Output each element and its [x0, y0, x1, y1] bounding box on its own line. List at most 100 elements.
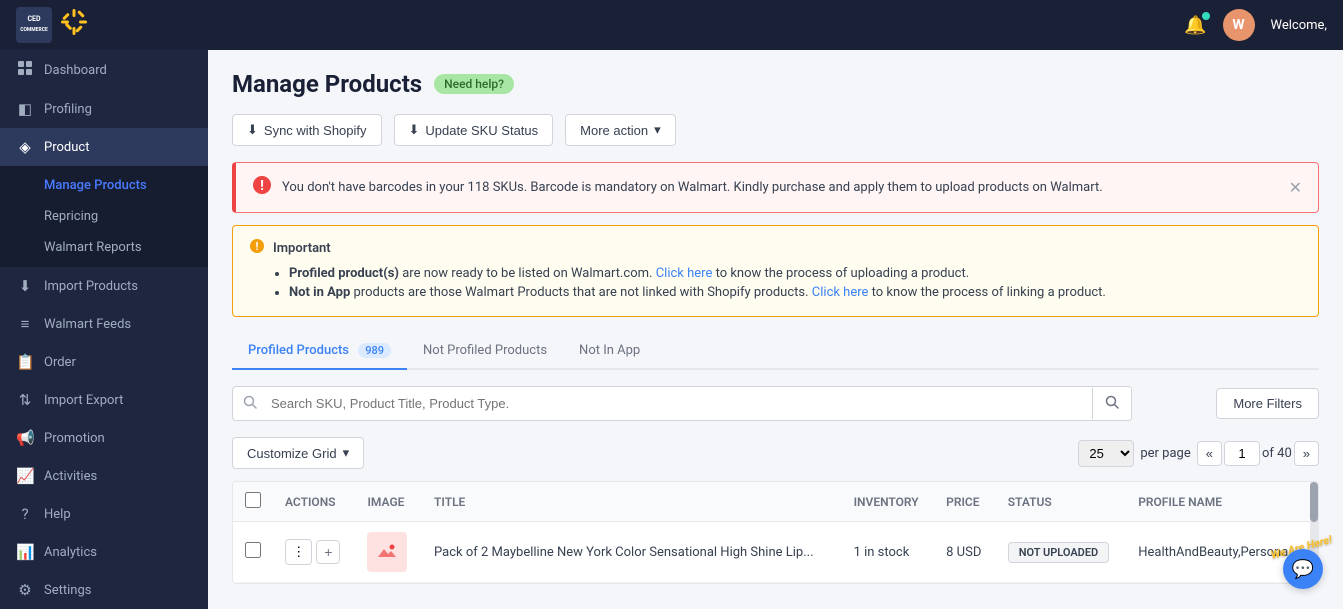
row-actions-cell: ⋮ +	[273, 522, 355, 583]
svg-text:COMMERCE: COMMERCE	[20, 27, 48, 33]
sidebar-item-import-products-label: Import Products	[44, 279, 138, 294]
grid-controls: Customize Grid ▾ 25 50 100 per page « of…	[232, 437, 1319, 469]
row-actions-button[interactable]: ⋮	[285, 539, 312, 565]
profiled-products-text: Profiled product(s)	[289, 266, 399, 281]
status-badge: NOT UPLOADED	[1008, 542, 1110, 563]
sidebar-item-manage-products[interactable]: Manage Products	[0, 170, 208, 201]
chevron-down-icon-grid: ▾	[343, 445, 350, 461]
click-here-link-2[interactable]: Click here	[812, 285, 869, 300]
search-button[interactable]	[1092, 388, 1131, 419]
help-icon: ?	[16, 505, 34, 523]
warning-alert: ! Important Profiled product(s) are now …	[232, 225, 1319, 317]
sidebar-item-help[interactable]: ? Help	[0, 495, 208, 533]
tab-not-profiled-label: Not Profiled Products	[423, 343, 547, 358]
product-image	[367, 532, 407, 572]
activities-icon: 📈	[16, 467, 34, 485]
sidebar-item-dashboard-label: Dashboard	[44, 63, 107, 78]
warning-alert-body: Profiled product(s) are now ready to be …	[249, 266, 1302, 300]
svg-text:!: !	[256, 240, 259, 253]
svg-text:CED: CED	[27, 15, 41, 23]
tab-not-in-app[interactable]: Not In App	[563, 333, 656, 370]
sidebar-item-order-label: Order	[44, 355, 76, 370]
warning-bullet-2: Not in App products are those Walmart Pr…	[289, 285, 1302, 300]
click-here-link-1[interactable]: Click here	[656, 266, 713, 281]
sidebar-item-profiling[interactable]: ◧ Profiling	[0, 90, 208, 128]
sidebar-item-import-products[interactable]: ⬇ Import Products	[0, 267, 208, 305]
of-pages-text: of 40	[1262, 446, 1292, 461]
page-title: Manage Products	[232, 70, 422, 98]
import-products-icon: ⬇	[16, 277, 34, 295]
pagination-nav: « of 40 »	[1197, 441, 1319, 466]
promotion-icon: 📢	[16, 429, 34, 447]
pagination: 25 50 100 per page « of 40 »	[1078, 440, 1319, 467]
nav-left: CED COMMERCE	[16, 7, 88, 43]
product-title: Pack of 2 Maybelline New York Color Sens…	[434, 545, 813, 560]
layout: Dashboard ◧ Profiling ◈ Product Manage P…	[0, 50, 1343, 609]
welcome-text: Welcome,	[1271, 18, 1327, 33]
tab-not-in-app-label: Not In App	[579, 343, 640, 358]
sidebar-item-walmart-reports[interactable]: Walmart Reports	[0, 232, 208, 263]
more-action-button[interactable]: More action ▾	[565, 114, 675, 146]
tab-not-profiled-products[interactable]: Not Profiled Products	[407, 333, 563, 370]
update-sku-button[interactable]: ⬇ Update SKU Status	[394, 114, 554, 146]
sidebar-item-repricing[interactable]: Repricing	[0, 201, 208, 232]
sidebar-item-product[interactable]: ◈ Product	[0, 128, 208, 166]
sidebar-item-order[interactable]: 📋 Order	[0, 343, 208, 381]
need-help-badge[interactable]: Need help?	[434, 74, 514, 94]
products-table-container: ACTIONS IMAGE TITLE INVENTORY PRICE STAT…	[232, 481, 1319, 584]
profiling-icon: ◧	[16, 100, 34, 118]
scroll-thumb	[1310, 482, 1318, 522]
sidebar-item-import-export[interactable]: ⇅ Import Export	[0, 381, 208, 419]
search-icon	[233, 387, 267, 420]
customize-grid-button[interactable]: Customize Grid ▾	[232, 437, 364, 469]
filters-row: More Filters	[232, 386, 1319, 421]
row-status-cell: NOT UPLOADED	[996, 522, 1127, 583]
row-image-cell	[355, 522, 422, 583]
sidebar-item-promotion[interactable]: 📢 Promotion	[0, 419, 208, 457]
warning-alert-title: Important	[273, 241, 331, 256]
select-all-checkbox[interactable]	[245, 492, 261, 508]
error-alert-text: You don't have barcodes in your 118 SKUs…	[282, 180, 1103, 195]
sidebar-item-analytics[interactable]: 📊 Analytics	[0, 533, 208, 571]
product-tabs: Profiled Products 989 Not Profiled Produ…	[232, 333, 1319, 370]
sidebar-item-activities-label: Activities	[44, 469, 97, 484]
col-profile-name: PROFILE NAME	[1126, 482, 1318, 522]
top-nav: CED COMMERCE	[0, 0, 1343, 50]
sidebar-item-analytics-label: Analytics	[44, 545, 97, 560]
row-add-button[interactable]: +	[316, 540, 340, 564]
sidebar-item-promotion-label: Promotion	[44, 431, 105, 446]
product-inventory: 1 in stock	[854, 545, 910, 560]
product-price: 8 USD	[946, 545, 981, 560]
avatar[interactable]: W	[1223, 9, 1255, 41]
walmart-spark-icon	[60, 8, 88, 42]
first-page-button[interactable]: «	[1197, 441, 1222, 466]
customize-grid-label: Customize Grid	[247, 446, 337, 461]
sidebar-item-activities[interactable]: 📈 Activities	[0, 457, 208, 495]
tab-profiled-products[interactable]: Profiled Products 989	[232, 333, 407, 370]
per-page-select[interactable]: 25 50 100	[1078, 440, 1134, 467]
notification-bell-icon[interactable]: 🔔	[1184, 15, 1206, 36]
error-alert: ! You don't have barcodes in your 118 SK…	[232, 162, 1319, 213]
logo[interactable]: CED COMMERCE	[16, 7, 88, 43]
chat-widget-button[interactable]: 💬	[1283, 549, 1323, 589]
sidebar-item-settings[interactable]: ⚙ Settings	[0, 571, 208, 609]
row-checkbox[interactable]	[245, 542, 261, 558]
search-input[interactable]	[267, 389, 1092, 418]
current-page-input[interactable]	[1224, 441, 1260, 466]
sidebar-item-profiling-label: Profiling	[44, 102, 92, 117]
sidebar-product-submenu: Manage Products Repricing Walmart Report…	[0, 166, 208, 267]
walmart-feeds-icon: ≡	[16, 315, 34, 333]
notification-badge	[1202, 12, 1210, 20]
error-alert-close-button[interactable]: ✕	[1289, 178, 1302, 198]
tab-profiled-badge: 989	[358, 343, 391, 358]
sidebar-item-dashboard[interactable]: Dashboard	[0, 50, 208, 90]
nav-right: 🔔 W Welcome,	[1184, 9, 1327, 41]
sidebar-item-walmart-feeds[interactable]: ≡ Walmart Feeds	[0, 305, 208, 343]
sidebar-item-walmart-feeds-label: Walmart Feeds	[44, 317, 131, 332]
more-filters-button[interactable]: More Filters	[1216, 388, 1319, 419]
main-content: Manage Products Need help? ⬇ Sync with S…	[208, 50, 1343, 609]
toolbar: ⬇ Sync with Shopify ⬇ Update SKU Status …	[232, 114, 1319, 146]
sync-shopify-button[interactable]: ⬇ Sync with Shopify	[232, 114, 382, 146]
row-inventory-cell: 1 in stock	[842, 522, 935, 583]
last-page-button[interactable]: »	[1294, 441, 1319, 466]
